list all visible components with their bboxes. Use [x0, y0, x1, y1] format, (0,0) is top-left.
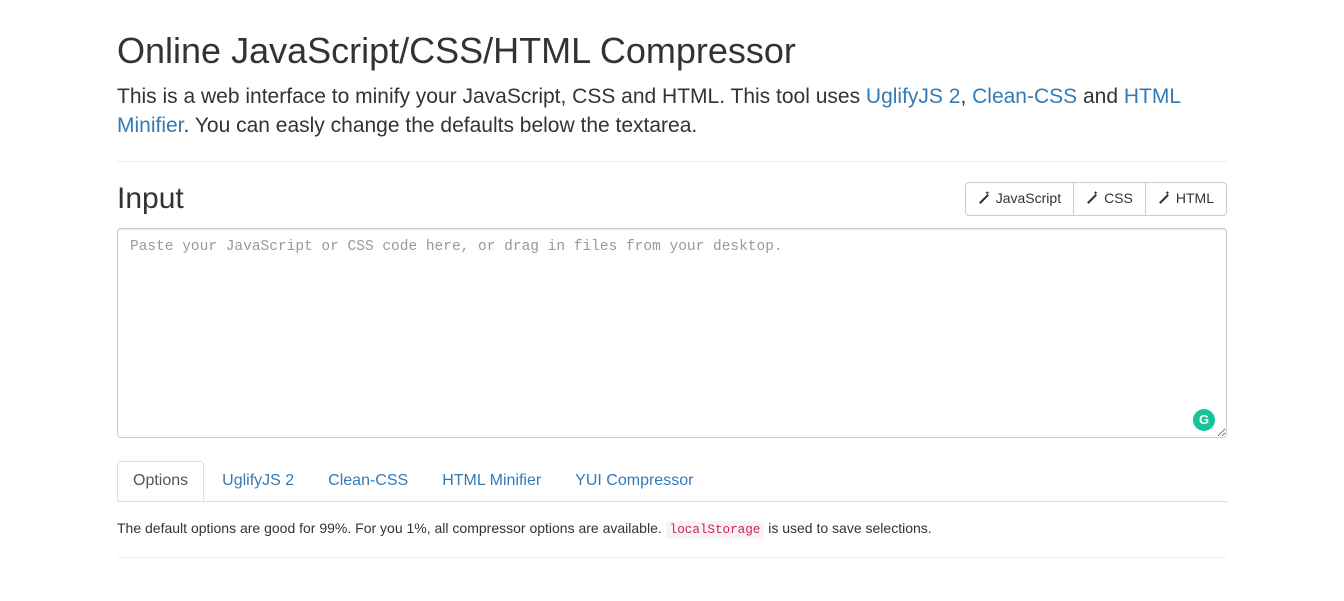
lead-sep-1: , [960, 85, 972, 108]
magic-wand-icon [1086, 193, 1098, 205]
grammarly-badge-icon[interactable]: G [1193, 409, 1215, 431]
note-code: localStorage [666, 521, 765, 539]
options-tabs: Options UglifyJS 2 Clean-CSS HTML Minifi… [117, 461, 1227, 502]
tab-htmlminifier[interactable]: HTML Minifier [426, 461, 557, 501]
tab-uglifyjs[interactable]: UglifyJS 2 [206, 461, 310, 501]
compress-html-label: HTML [1176, 189, 1214, 209]
code-input[interactable] [117, 228, 1227, 438]
lead-text-2: . You can easly change the defaults belo… [184, 114, 698, 137]
compress-html-button[interactable]: HTML [1145, 182, 1227, 216]
note-text-2: is used to save selections. [768, 520, 931, 536]
link-cleancss[interactable]: Clean-CSS [972, 85, 1077, 108]
compress-css-button[interactable]: CSS [1073, 182, 1146, 216]
compress-js-label: JavaScript [996, 189, 1061, 209]
compress-button-group: JavaScript CSS HTML [965, 182, 1227, 216]
divider [117, 161, 1227, 162]
input-heading: Input [117, 182, 184, 216]
link-uglifyjs[interactable]: UglifyJS 2 [866, 85, 961, 108]
page-title: Online JavaScript/CSS/HTML Compressor [117, 30, 1227, 72]
compress-css-label: CSS [1104, 189, 1133, 209]
lead-text-1: This is a web interface to minify your J… [117, 85, 866, 108]
lead-sep-2: and [1077, 85, 1124, 108]
tab-options[interactable]: Options [117, 461, 204, 501]
note-text-1: The default options are good for 99%. Fo… [117, 520, 666, 536]
magic-wand-icon [1158, 193, 1170, 205]
tab-yuicompressor[interactable]: YUI Compressor [559, 461, 709, 501]
magic-wand-icon [978, 193, 990, 205]
page-lead: This is a web interface to minify your J… [117, 82, 1227, 141]
tab-cleancss[interactable]: Clean-CSS [312, 461, 424, 501]
options-note: The default options are good for 99%. Fo… [117, 520, 1227, 537]
compress-js-button[interactable]: JavaScript [965, 182, 1074, 216]
divider [117, 557, 1227, 558]
